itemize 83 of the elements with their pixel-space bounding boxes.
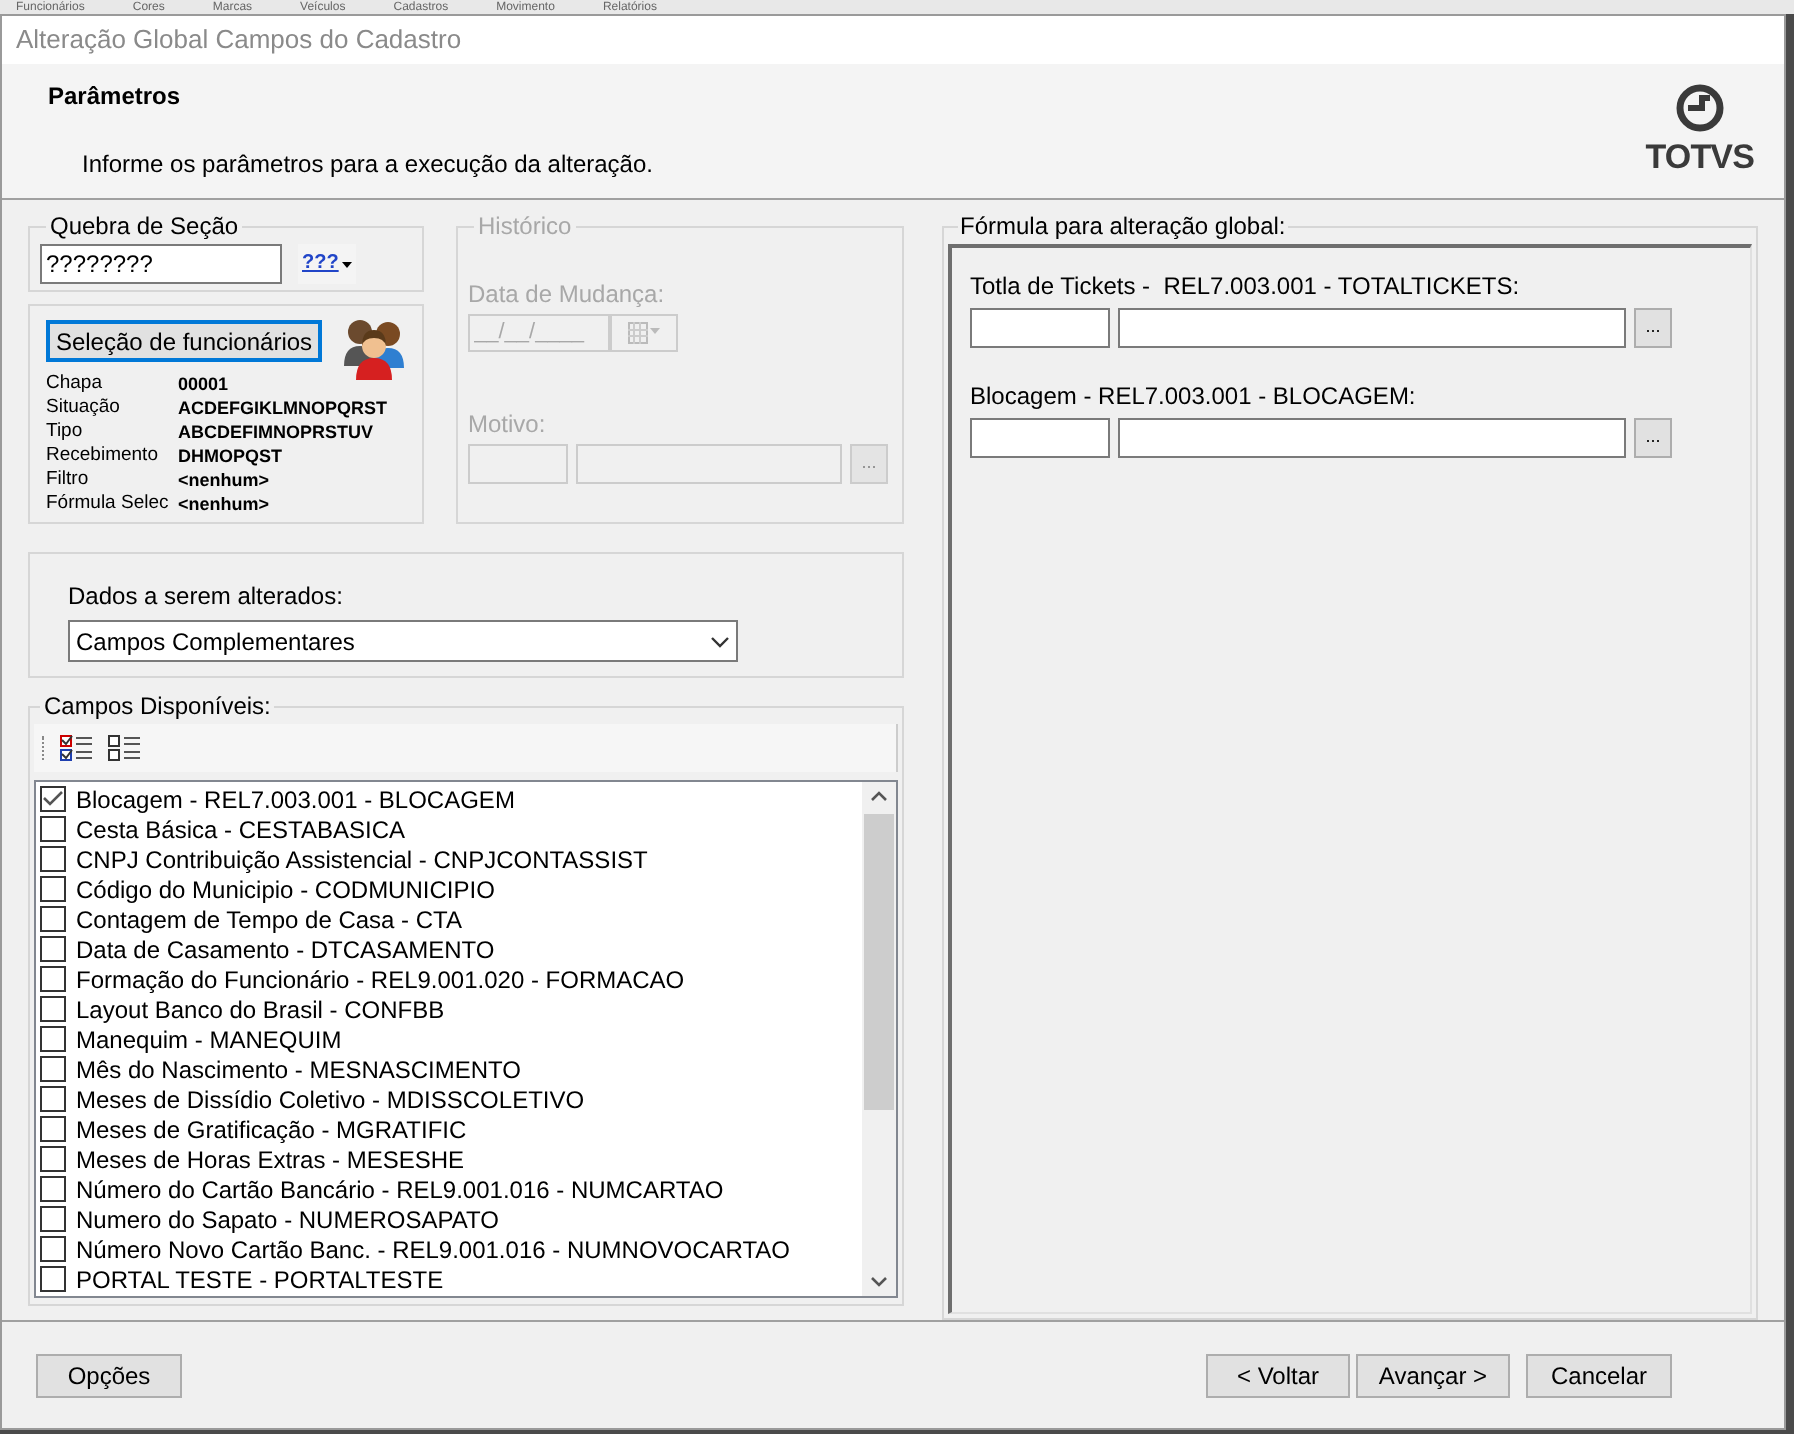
window-title: Alteração Global Campos do Cadastro — [16, 22, 462, 59]
browse-button[interactable]: ... — [1634, 418, 1672, 458]
section-field[interactable]: ???????? — [40, 244, 282, 284]
caret-icon — [342, 261, 353, 267]
field-value: <nenhum> — [178, 468, 272, 492]
field-item[interactable]: Contagem de Tempo de Casa - CTA — [76, 907, 462, 931]
group-label: Histórico — [476, 210, 574, 244]
checkbox[interactable] — [40, 1146, 66, 1172]
formula-field[interactable] — [1118, 308, 1626, 348]
code-field[interactable] — [970, 418, 1110, 458]
field-item[interactable]: Data de Casamento - DTCASAMENTO — [76, 937, 495, 961]
field-value: ABCDEFIMNOPRSTUV — [178, 420, 376, 444]
checkbox[interactable] — [40, 996, 66, 1022]
checkbox[interactable] — [40, 1176, 66, 1202]
group-label: Quebra de Seção — [48, 210, 241, 244]
field-item[interactable]: Cesta Básica - CESTABASICA — [76, 817, 405, 841]
checkbox[interactable] — [40, 816, 66, 842]
logo-icon — [1675, 84, 1724, 132]
checkbox[interactable] — [40, 1056, 66, 1082]
checkbox[interactable] — [40, 906, 66, 932]
checkbox[interactable] — [40, 786, 66, 812]
browse-button[interactable]: ... — [1634, 308, 1672, 348]
code-field[interactable] — [970, 308, 1110, 348]
checkbox[interactable] — [40, 876, 66, 902]
field-item[interactable]: CNPJ Contribuição Assistencial - CNPJCONTASSIST — [76, 847, 648, 871]
chevron-up-icon[interactable] — [870, 790, 888, 802]
field-item[interactable]: Manequim - MANEQUIM — [76, 1027, 342, 1051]
checkbox[interactable] — [40, 936, 66, 962]
field-label: Tipo — [46, 420, 85, 444]
field-item[interactable]: Meses de Dissídio Coletivo - MDISSCOLETIVO — [76, 1087, 585, 1111]
field-label: Blocagem - REL7.003.001 - BLOCAGEM: — [970, 380, 1418, 414]
field-label: Situação — [46, 396, 122, 420]
field-item[interactable]: Formação do Funcionário - REL9.001.020 - FORMACAO — [76, 967, 685, 991]
field-item[interactable]: Número do Cartão Bancário - REL9.001.016 - NUMCARTAO — [76, 1177, 724, 1201]
field-label: Totla de Tickets - REL7.003.001 - TOTALTICKETS: — [970, 270, 1522, 304]
field-item[interactable]: Meses de Horas Extras - MESESHE — [76, 1147, 465, 1171]
group-label: Fórmula para alteração global: — [958, 210, 1288, 244]
field-label: Chapa — [46, 372, 104, 396]
field-label: Data de Mudança: — [468, 278, 667, 312]
checkbox[interactable] — [40, 966, 66, 992]
chevron-down-icon — [710, 635, 730, 647]
picker-button[interactable]: ??? — [298, 244, 357, 284]
checkbox[interactable] — [40, 846, 66, 872]
next-button[interactable]: Avançar > — [1356, 1354, 1510, 1398]
field-item[interactable]: Layout Banco do Brasil - CONFBB — [76, 997, 445, 1021]
checkbox[interactable] — [40, 1266, 66, 1292]
field-label: Recebimento — [46, 444, 160, 468]
field-label: Dados a serem alterados: — [68, 580, 345, 614]
checkbox[interactable] — [40, 1206, 66, 1232]
checkbox[interactable] — [40, 1236, 66, 1262]
field-item[interactable]: Blocagem - REL7.003.001 - BLOCAGEM — [76, 787, 515, 811]
checkbox[interactable] — [40, 1086, 66, 1112]
checkbox[interactable] — [40, 1026, 66, 1052]
field-item[interactable]: PORTAL TESTE - PORTALTESTE — [76, 1267, 444, 1291]
field-value: 00001 — [178, 372, 231, 396]
field-item[interactable]: Código do Municipio - CODMUNICIPIO — [76, 877, 495, 901]
uncheck-all-icon[interactable] — [108, 733, 140, 763]
header-title: Parâmetros — [48, 80, 183, 114]
field-item[interactable]: Meses de Gratificação - MGRATIFIC — [76, 1117, 467, 1141]
field-label: Motivo: — [468, 408, 548, 442]
options-button[interactable]: Opções — [36, 1354, 182, 1398]
field-value: ACDEFGIKLMNOPQRST — [178, 396, 389, 420]
header-description: Informe os parâmetros para a execução da alteração. — [82, 148, 653, 182]
cancel-button[interactable]: Cancelar — [1526, 1354, 1672, 1398]
chevron-down-icon[interactable] — [870, 1276, 888, 1288]
check-all-icon[interactable] — [60, 733, 92, 763]
field-item[interactable]: Mês do Nascimento - MESNASCIMENTO — [76, 1057, 521, 1081]
group-label: Campos Disponíveis: — [42, 690, 273, 724]
checkbox[interactable] — [40, 1116, 66, 1142]
logo-text: TOTVS — [1645, 140, 1754, 174]
people-icon — [340, 314, 408, 382]
field-item[interactable]: Número Novo Cartão Banc. - REL9.001.016 - NUMNOVOCARTAO — [76, 1237, 791, 1261]
employee-selection-button[interactable]: Seleção de funcionários — [46, 320, 322, 362]
formula-field[interactable] — [1118, 418, 1626, 458]
scrollbar[interactable] — [862, 782, 896, 1296]
field-value: DHMOPQST — [178, 444, 285, 468]
field-label: Fórmula Selec — [46, 492, 171, 516]
back-button[interactable]: < Voltar — [1206, 1354, 1350, 1398]
field-item[interactable]: Numero do Sapato - NUMEROSAPATO — [76, 1207, 499, 1231]
field-value: <nenhum> — [178, 492, 272, 516]
calendar-icon — [628, 322, 660, 344]
data-dropdown[interactable]: Campos Complementares — [68, 620, 738, 662]
field-label: Filtro — [46, 468, 91, 492]
